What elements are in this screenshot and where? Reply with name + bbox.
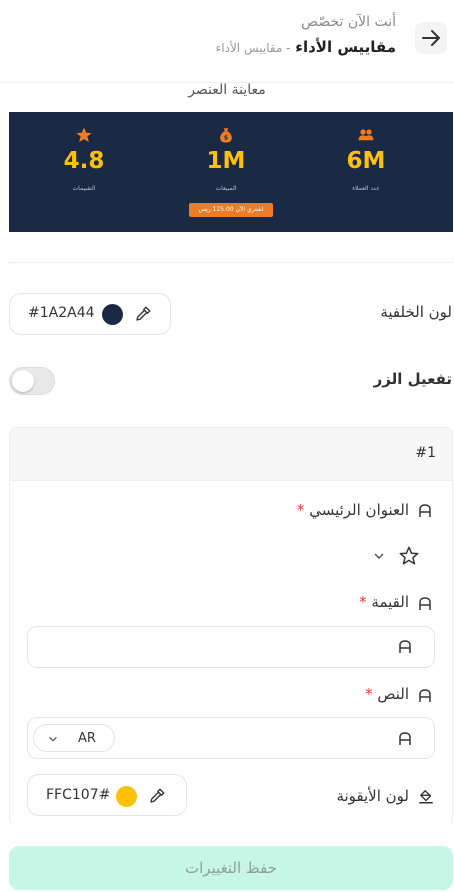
- stat-value: 6M: [346, 148, 386, 174]
- star-icon: [76, 127, 92, 143]
- language-value: AR: [78, 731, 96, 746]
- save-button[interactable]: حفظ التغييرات: [9, 846, 453, 890]
- page-title-text: مقاييس الأداء: [295, 38, 396, 56]
- chevron-down-icon: [49, 736, 57, 742]
- value-input[interactable]: [27, 626, 435, 668]
- main-title-label-text: العنوان الرئيسي: [309, 501, 409, 519]
- preview-title: معاينة العنصر: [188, 82, 266, 98]
- button-toggle-label: تفعيل الزر: [373, 370, 452, 388]
- icon-color-swatch: [116, 786, 137, 807]
- required-mark: *: [365, 685, 373, 703]
- text-field-icon: [419, 689, 431, 702]
- section-divider: [9, 262, 453, 263]
- money-bag-icon: $: [220, 128, 232, 143]
- icon-picker[interactable]: [398, 545, 420, 567]
- background-color-value: #1A2A44: [28, 305, 95, 321]
- required-mark: *: [359, 593, 367, 611]
- icon-color-picker[interactable]: FFC107#: [27, 774, 187, 816]
- button-toggle[interactable]: [9, 367, 55, 395]
- item-card-header[interactable]: [9, 427, 453, 481]
- text-field-icon: [399, 732, 411, 745]
- text-field-icon: [399, 640, 411, 653]
- required-mark: *: [296, 501, 305, 519]
- icon-color-label: لون الأيقونة: [336, 787, 409, 805]
- item-number: #1: [415, 445, 436, 461]
- stat-value: 4.8: [63, 148, 105, 174]
- value-label-text: القيمة: [371, 593, 409, 611]
- header-subtitle: أنت الآن تخصّص: [301, 14, 396, 30]
- breadcrumb: - مقاييس الأداء: [215, 41, 291, 55]
- stat-label: عدد العملاء: [352, 185, 380, 192]
- toggle-knob: [12, 370, 34, 392]
- text-label-text: النص: [377, 685, 409, 703]
- main-title-label: العنوان الرئيسي *: [297, 501, 409, 519]
- eyedropper-icon[interactable]: [148, 787, 166, 805]
- text-field-icon: [419, 504, 431, 517]
- text-label: النص *: [365, 685, 409, 703]
- arrow-right-icon: [422, 30, 440, 46]
- page-title: مقاييس الأداء - مقاييس الأداء: [216, 38, 396, 56]
- background-color-label: لون الخلفية: [380, 303, 452, 321]
- stat-label: التقييمات: [72, 185, 96, 192]
- users-icon: [358, 129, 374, 141]
- background-color-picker[interactable]: #1A2A44: [9, 293, 171, 335]
- eyedropper-icon[interactable]: [134, 305, 152, 323]
- paint-bucket-icon: [419, 790, 433, 804]
- stat-label: المبيعات: [215, 185, 237, 192]
- value-label: القيمة *: [359, 593, 409, 611]
- preview-banner: 4.8 التقييمات $ 1M المبيعات 6M عدد العمل…: [9, 112, 453, 232]
- icon-color-value: FFC107#: [46, 787, 111, 803]
- language-select[interactable]: AR: [33, 724, 115, 752]
- star-outline-icon: [399, 546, 419, 565]
- background-color-swatch: [102, 304, 123, 325]
- chevron-down-icon[interactable]: [373, 550, 385, 562]
- text-field-icon: [419, 597, 431, 610]
- svg-text:$: $: [224, 135, 228, 142]
- stat-value: 1M: [206, 148, 246, 174]
- back-button[interactable]: [415, 22, 447, 54]
- preview-cta-button: اشتري الآن 125.00 ريس: [189, 203, 273, 217]
